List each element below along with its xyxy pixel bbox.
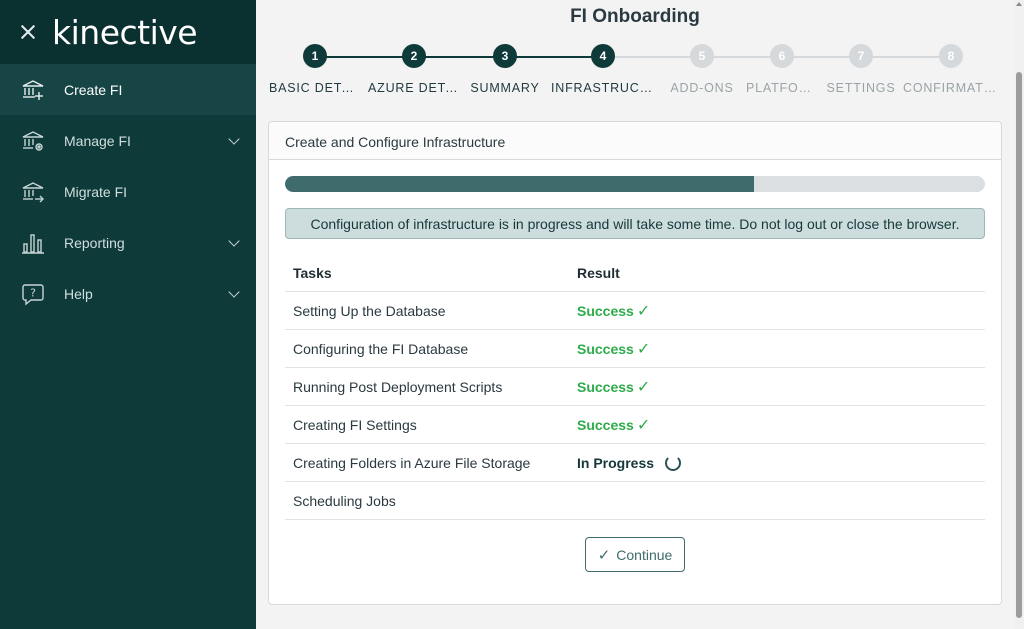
- page-title: FI Onboarding: [570, 6, 700, 27]
- progress-bar: [285, 176, 985, 192]
- table-row: Creating FI Settings Success ✓: [285, 406, 985, 444]
- step-label: SUMMARY: [470, 81, 540, 95]
- info-alert: Configuration of infrastructure is in pr…: [285, 208, 985, 239]
- sidebar-header: kinective: [0, 0, 256, 64]
- task-name: Setting Up the Database: [293, 302, 446, 319]
- step-number: 8: [939, 44, 963, 68]
- chevron-down-icon[interactable]: [228, 133, 240, 145]
- continue-button[interactable]: ✓ Continue: [585, 537, 685, 572]
- task-result: Success: [577, 378, 634, 395]
- sidebar: kinective Create FI Manage FI Migrate FI…: [0, 0, 256, 629]
- task-name: Creating Folders in Azure File Storage: [293, 454, 531, 471]
- scrollbar-thumb[interactable]: [1016, 72, 1022, 618]
- checkmark-icon: ✓: [636, 378, 651, 396]
- progress-bar-fill: [285, 176, 754, 192]
- task-result: Success: [577, 302, 634, 319]
- sidebar-item-label: Manage FI: [64, 132, 131, 149]
- step-label: PLATFORM: [746, 81, 818, 95]
- step-number: 5: [690, 44, 714, 68]
- step-label: CONFIRMATION: [903, 81, 999, 95]
- step-confirmation[interactable]: 8 CONFIRMATION: [903, 44, 999, 95]
- step-number: 3: [493, 44, 517, 68]
- sidebar-item-label: Create FI: [64, 81, 123, 98]
- step-number: 4: [591, 44, 615, 68]
- table-row: Configuring the FI Database Success ✓: [285, 330, 985, 368]
- sidebar-item-label: Help: [64, 285, 93, 302]
- checkmark-icon: ✓: [636, 340, 651, 358]
- step-number: 7: [849, 44, 873, 68]
- step-label: INFRASTRUCTURE: [551, 81, 655, 95]
- sidebar-item-migrate-fi[interactable]: Migrate FI: [0, 166, 256, 217]
- tasks-table: Tasks Result Setting Up the Database Suc…: [285, 254, 985, 520]
- bank-add-icon: [20, 77, 46, 103]
- sidebar-item-reporting[interactable]: Reporting: [0, 217, 256, 268]
- sidebar-item-manage-fi[interactable]: Manage FI: [0, 115, 256, 166]
- scroll-up-arrow-icon[interactable]: [1016, 2, 1022, 6]
- stepper: 1 BASIC DETAILS 2 AZURE DETAILS 3 SUMMAR…: [268, 44, 1002, 100]
- task-result: Success: [577, 416, 634, 433]
- checkmark-icon: ✓: [636, 416, 651, 434]
- svg-text:?: ?: [30, 286, 36, 299]
- task-name: Running Post Deployment Scripts: [293, 378, 503, 395]
- step-label: ADD-ONS: [670, 81, 734, 95]
- step-label: AZURE DETAILS: [368, 81, 460, 95]
- step-label: BASIC DETAILS: [269, 81, 361, 95]
- infrastructure-card: Create and Configure Infrastructure Conf…: [268, 121, 1002, 605]
- task-result: Success: [577, 340, 634, 357]
- help-bubble-icon: ?: [20, 281, 46, 307]
- table-row: Running Post Deployment Scripts Success ✓: [285, 368, 985, 406]
- sidebar-item-create-fi[interactable]: Create FI: [0, 64, 256, 115]
- step-infrastructure[interactable]: 4 INFRASTRUCTURE: [551, 44, 655, 95]
- step-add-ons[interactable]: 5 ADD-ONS: [656, 44, 748, 95]
- column-header-result: Result: [577, 264, 620, 281]
- main-content: FI Onboarding 1 BASIC DETAILS 2 AZURE DE…: [256, 0, 1014, 629]
- close-icon[interactable]: [18, 22, 38, 42]
- task-name: Creating FI Settings: [293, 416, 417, 433]
- logo: kinective: [52, 12, 198, 52]
- chevron-down-icon[interactable]: [228, 286, 240, 298]
- loading-spinner-icon: [665, 454, 682, 471]
- sidebar-item-label: Migrate FI: [64, 183, 128, 200]
- checkmark-icon: ✓: [597, 546, 611, 564]
- step-number: 1: [303, 44, 327, 68]
- step-platform[interactable]: 6 PLATFORM: [746, 44, 818, 95]
- table-row: Creating Folders in Azure File Storage I…: [285, 444, 985, 482]
- task-name: Configuring the FI Database: [293, 340, 469, 357]
- step-number: 6: [770, 44, 794, 68]
- table-row: Setting Up the Database Success ✓: [285, 292, 985, 330]
- checkmark-icon: ✓: [636, 302, 651, 320]
- bank-migrate-icon: [20, 179, 46, 205]
- sidebar-item-help[interactable]: ? Help: [0, 268, 256, 319]
- continue-button-label: Continue: [616, 546, 673, 563]
- card-title: Create and Configure Infrastructure: [269, 122, 1001, 160]
- table-header-row: Tasks Result: [285, 254, 985, 292]
- scrollbar[interactable]: [1014, 0, 1024, 629]
- chevron-down-icon[interactable]: [228, 235, 240, 247]
- step-summary[interactable]: 3 SUMMARY: [459, 44, 551, 95]
- step-azure-details[interactable]: 2 AZURE DETAILS: [368, 44, 460, 95]
- sidebar-item-label: Reporting: [64, 234, 125, 251]
- table-row: Scheduling Jobs: [285, 482, 985, 520]
- task-name: Scheduling Jobs: [293, 492, 396, 509]
- step-settings[interactable]: 7 SETTINGS: [815, 44, 907, 95]
- step-number: 2: [402, 44, 426, 68]
- step-basic-details[interactable]: 1 BASIC DETAILS: [269, 44, 361, 95]
- bar-chart-icon: [20, 230, 46, 256]
- bank-gear-icon: [20, 128, 46, 154]
- column-header-tasks: Tasks: [293, 264, 332, 281]
- step-label: SETTINGS: [826, 81, 896, 95]
- task-result: In Progress: [577, 454, 655, 471]
- sidebar-nav: Create FI Manage FI Migrate FI Reporting…: [0, 64, 256, 319]
